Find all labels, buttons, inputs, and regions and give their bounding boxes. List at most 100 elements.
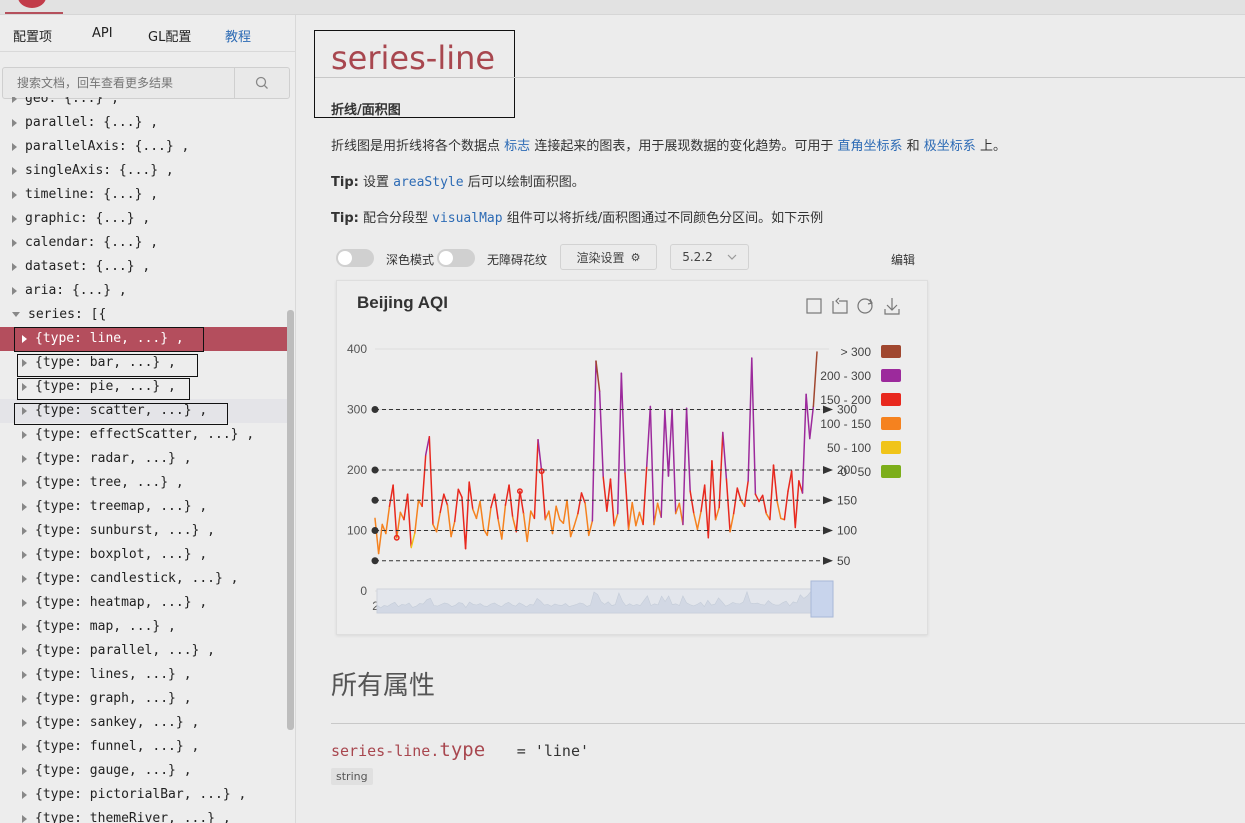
chevron-right-icon[interactable] — [22, 358, 27, 367]
chevron-right-icon[interactable] — [12, 238, 17, 247]
line-segment — [526, 510, 532, 543]
chevron-right-icon[interactable] — [22, 598, 27, 607]
tree-item[interactable]: {type: scatter, ...} , — [0, 399, 287, 423]
chevron-right-icon[interactable] — [22, 742, 27, 751]
chevron-right-icon[interactable] — [22, 502, 27, 511]
tree-item[interactable]: {type: themeRiver, ...} , — [0, 807, 287, 823]
chevron-right-icon[interactable] — [22, 430, 27, 439]
code-areastyle[interactable]: areaStyle — [393, 175, 463, 190]
tree-item[interactable]: {type: bar, ...} , — [0, 351, 287, 375]
dark-mode-toggle[interactable] — [336, 249, 374, 267]
chevron-right-icon[interactable] — [22, 766, 27, 775]
tree-item-label: {type: map, ...} , — [35, 619, 176, 634]
tree-item[interactable]: {type: tree, ...} , — [0, 471, 287, 495]
version-select[interactable]: 5.2.2 — [670, 244, 749, 270]
tree-item[interactable]: {type: effectScatter, ...} , — [0, 423, 287, 447]
edit-link[interactable]: 编辑 — [891, 251, 915, 268]
tree-item[interactable]: singleAxis: {...} , — [0, 159, 287, 183]
tree-item[interactable]: {type: lines, ...} , — [0, 663, 287, 687]
tab-tutorial[interactable]: 教程 — [225, 26, 251, 45]
intro-text: 上。 — [979, 139, 1006, 154]
tree-item[interactable]: {type: graph, ...} , — [0, 687, 287, 711]
chevron-right-icon[interactable] — [22, 550, 27, 559]
chevron-right-icon[interactable] — [22, 526, 27, 535]
aria-pattern-toggle[interactable] — [437, 249, 475, 267]
datazoom-slider[interactable] — [376, 580, 834, 618]
chevron-right-icon[interactable] — [22, 334, 27, 343]
tree-item[interactable]: aria: {...} , — [0, 279, 287, 303]
search-input[interactable] — [3, 68, 235, 98]
chevron-right-icon[interactable] — [22, 574, 27, 583]
tree-item[interactable]: {type: treemap, ...} , — [0, 495, 287, 519]
chevron-right-icon[interactable] — [22, 718, 27, 727]
chevron-right-icon[interactable] — [12, 262, 17, 271]
tree-item[interactable]: graphic: {...} , — [0, 207, 287, 231]
tree-item[interactable]: {type: parallel, ...} , — [0, 639, 287, 663]
tree-item[interactable]: {type: sunburst, ...} , — [0, 519, 287, 543]
line-segment — [783, 490, 789, 521]
tree-item[interactable]: {type: boxplot, ...} , — [0, 543, 287, 567]
chevron-right-icon[interactable] — [12, 142, 17, 151]
chevron-right-icon[interactable] — [22, 694, 27, 703]
search-button[interactable] — [234, 68, 289, 98]
property-name[interactable]: type — [439, 739, 485, 761]
logo-icon[interactable] — [18, 0, 46, 8]
restore-icon[interactable] — [857, 298, 873, 314]
tab-options[interactable]: 配置项 — [13, 26, 52, 45]
line-segment — [508, 484, 514, 518]
tab-gl-options[interactable]: GL配置 — [148, 26, 191, 45]
slider-handle[interactable] — [810, 580, 834, 618]
tree-item[interactable]: parallelAxis: {...} , — [0, 135, 287, 159]
chevron-right-icon[interactable] — [22, 790, 27, 799]
tree-item[interactable]: timeline: {...} , — [0, 183, 287, 207]
tab-api[interactable]: API — [92, 26, 113, 41]
chevron-right-icon[interactable] — [22, 478, 27, 487]
code-visualmap[interactable]: visualMap — [432, 211, 502, 226]
tree-item[interactable]: {type: map, ...} , — [0, 615, 287, 639]
line-segment — [772, 464, 778, 503]
chevron-right-icon[interactable] — [22, 670, 27, 679]
chevron-right-icon[interactable] — [12, 214, 17, 223]
chevron-right-icon[interactable] — [12, 118, 17, 127]
tree-item-label: {type: treemap, ...} , — [35, 499, 208, 514]
chevron-right-icon[interactable] — [12, 286, 17, 295]
zoom-reset-icon[interactable] — [832, 297, 848, 314]
tree-item[interactable]: {type: heatmap, ...} , — [0, 591, 287, 615]
chevron-right-icon[interactable] — [22, 622, 27, 631]
link-grid[interactable]: 直角坐标系 — [837, 139, 902, 154]
tree-item[interactable]: calendar: {...} , — [0, 231, 287, 255]
tree-item[interactable]: {type: candlestick, ...} , — [0, 567, 287, 591]
chevron-right-icon[interactable] — [22, 382, 27, 391]
sidebar-scrollbar[interactable] — [287, 310, 294, 730]
chevron-right-icon[interactable] — [12, 190, 17, 199]
tree-item[interactable]: {type: radar, ...} , — [0, 447, 287, 471]
tree-item[interactable]: {type: line, ...} , — [0, 327, 287, 351]
chevron-right-icon[interactable] — [12, 97, 17, 103]
link-symbol[interactable]: 标志 — [504, 139, 530, 154]
chevron-right-icon[interactable] — [22, 454, 27, 463]
chevron-right-icon[interactable] — [12, 166, 17, 175]
chevron-right-icon[interactable] — [22, 646, 27, 655]
tree-item[interactable]: {type: pie, ...} , — [0, 375, 287, 399]
render-settings-button[interactable]: 渲染设置 ⚙ — [560, 244, 657, 270]
chevron-right-icon[interactable] — [22, 814, 27, 823]
chevron-down-icon[interactable] — [12, 312, 20, 317]
tree-item[interactable]: series: [{ — [0, 303, 287, 327]
tree-item[interactable]: {type: sankey, ...} , — [0, 711, 287, 735]
zoom-icon[interactable] — [806, 298, 822, 314]
tree-item[interactable]: {type: pictorialBar, ...} , — [0, 783, 287, 807]
tree-item[interactable]: {type: gauge, ...} , — [0, 759, 287, 783]
line-segment — [428, 435, 434, 526]
tree-item[interactable]: parallel: {...} , — [0, 111, 287, 135]
aqi-chart: 50100150200300 01002003004002014-06-1620… — [347, 297, 901, 618]
chevron-right-icon[interactable] — [22, 406, 27, 415]
line-segment — [403, 493, 409, 521]
tree-item-label: {type: effectScatter, ...} , — [35, 427, 255, 442]
tree-item[interactable]: {type: funnel, ...} , — [0, 735, 287, 759]
legend-swatch — [881, 369, 901, 382]
link-polar[interactable]: 极坐标系 — [924, 139, 976, 154]
download-icon[interactable] — [884, 298, 900, 315]
line-segment — [595, 360, 601, 393]
tree-item[interactable]: geo: {...} , — [0, 97, 287, 111]
tree-item[interactable]: dataset: {...} , — [0, 255, 287, 279]
